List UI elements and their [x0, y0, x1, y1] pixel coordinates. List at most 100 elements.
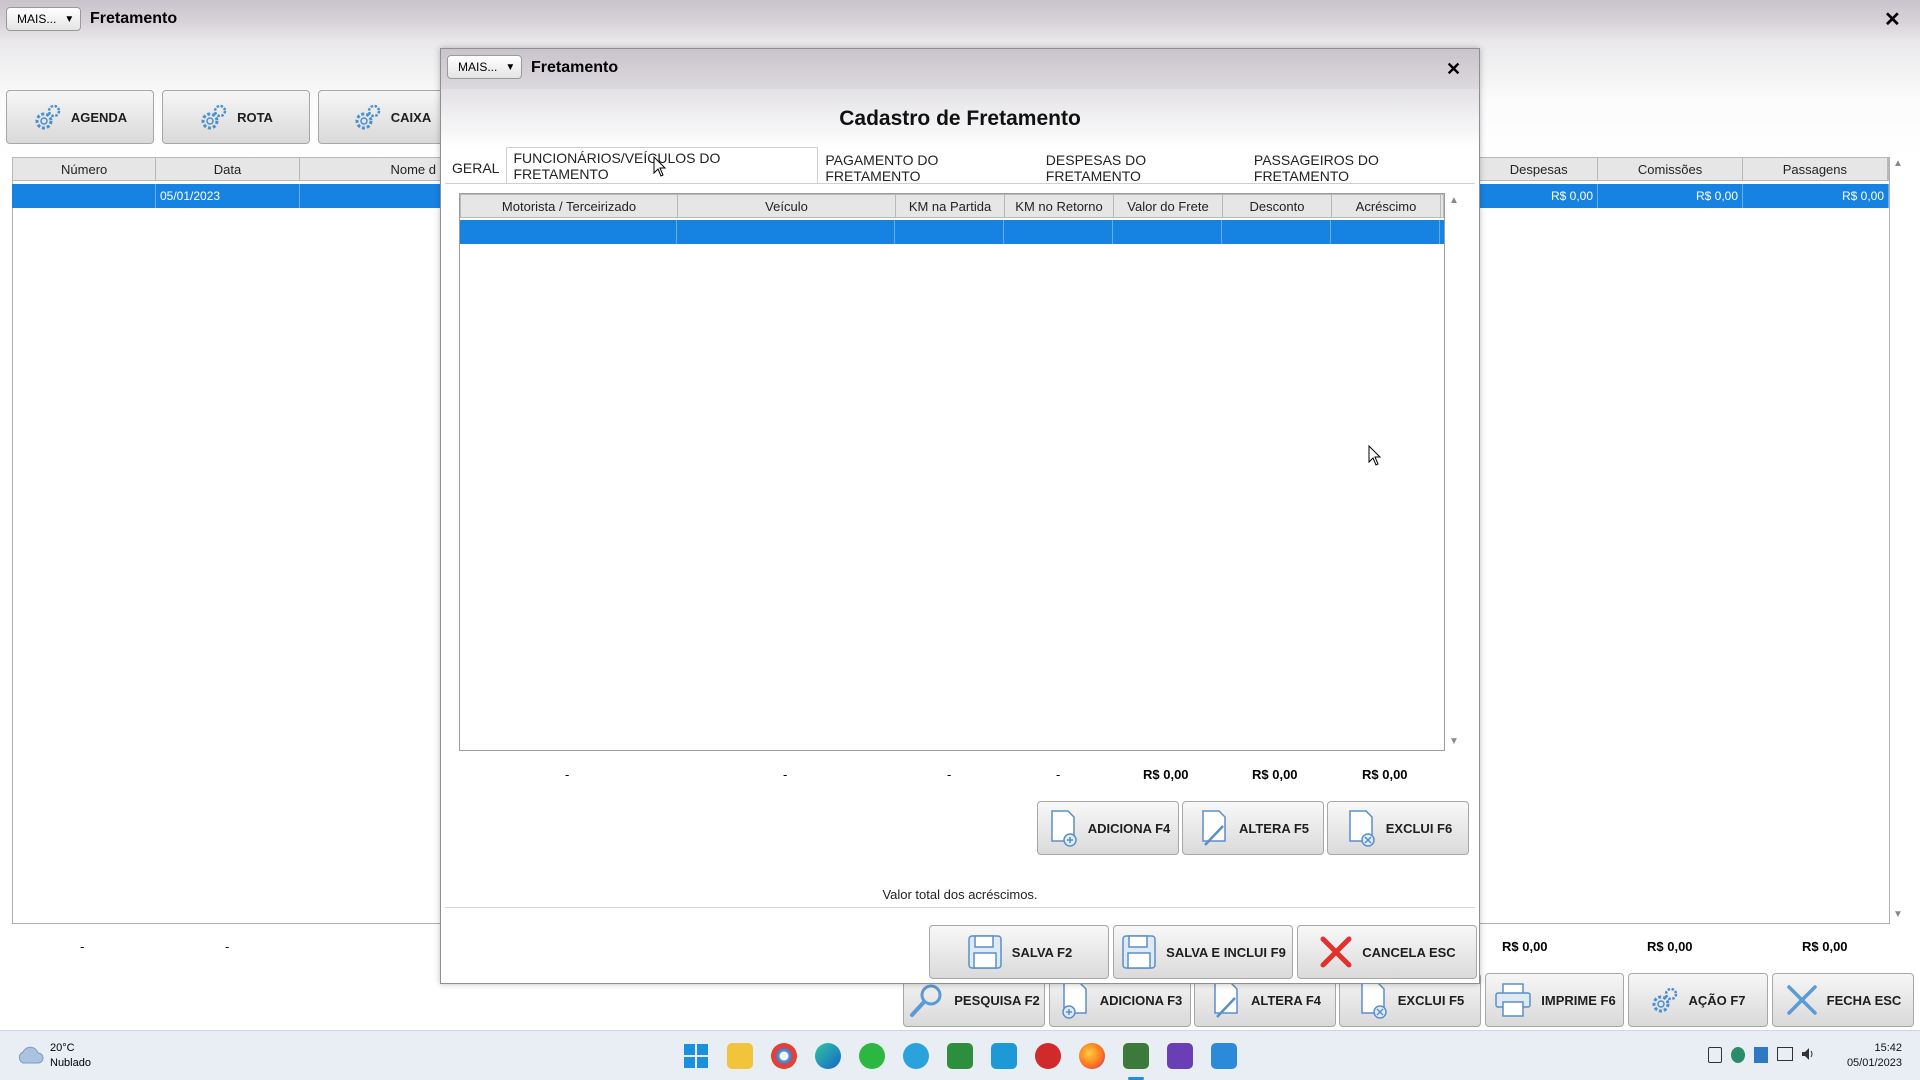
column-header-acrescimo[interactable]: Acréscimo — [1332, 195, 1441, 217]
cloud-sync-icon[interactable] — [1754, 1047, 1768, 1063]
app-red-icon[interactable] — [1035, 1043, 1061, 1069]
column-header-despesas[interactable]: Despesas — [1480, 158, 1599, 180]
main-close-icon[interactable]: ✕ — [1884, 10, 1901, 30]
mouse-cursor-icon — [653, 156, 667, 177]
salva-inclui-button[interactable]: SALVA E INCLUI F9 — [1113, 925, 1293, 979]
weather-widget[interactable]: 20°C Nublado — [16, 1041, 106, 1071]
spreadsheet-app-icon[interactable] — [947, 1043, 973, 1069]
volume-icon[interactable] — [1801, 1047, 1815, 1061]
dialog-heading: Cadastro de Fretamento — [839, 107, 1081, 130]
column-header-motorista[interactable]: Motorista / Terceirizado — [461, 195, 678, 217]
table-row[interactable]: 05/01/2023 — [12, 184, 442, 208]
app-blue-icon[interactable] — [1211, 1043, 1237, 1069]
telegram-icon[interactable] — [903, 1043, 929, 1069]
tab-geral[interactable]: GERAL — [445, 153, 506, 183]
altera-item-button[interactable]: ALTERA F5 — [1182, 801, 1324, 855]
delete-document-icon — [1349, 810, 1375, 847]
column-header-desconto[interactable]: Desconto — [1223, 195, 1332, 217]
agenda-button[interactable]: AGENDA — [6, 90, 154, 144]
network-icon[interactable] — [1777, 1047, 1793, 1061]
table-row-right[interactable]: R$ 0,00 R$ 0,00 R$ 0,00 — [1479, 184, 1889, 208]
cell-acrescimo — [1331, 220, 1440, 244]
column-header-comissoes[interactable]: Comissões — [1598, 158, 1743, 180]
cell-valor-frete — [1113, 220, 1222, 244]
cell-veiculo — [677, 220, 895, 244]
cloud-icon — [18, 1046, 44, 1064]
column-header-veiculo[interactable]: Veículo — [678, 195, 896, 217]
mail-app-icon[interactable] — [991, 1043, 1017, 1069]
chevron-down-icon: ▼ — [505, 61, 516, 73]
fecha-button[interactable]: FECHA ESC — [1772, 973, 1914, 1027]
main-mais-dropdown[interactable]: MAIS... ▼ — [6, 7, 82, 31]
salva-label: SALVA F2 — [1011, 944, 1073, 960]
adiciona-item-button[interactable]: ADICIONA F4 — [1037, 801, 1179, 855]
main-grid-header-right: Despesas Comissões Passagens — [1479, 157, 1889, 181]
usb-icon[interactable] — [1708, 1047, 1722, 1063]
gear-icon — [355, 104, 381, 130]
tab-passageiros[interactable]: PASSAGEIROS DO FRETAMENTO — [1247, 152, 1479, 184]
column-header-nome[interactable]: Nome d — [300, 158, 442, 180]
column-header-passagens[interactable]: Passagens — [1743, 158, 1888, 180]
agenda-label: AGENDA — [70, 109, 128, 125]
firefox-icon[interactable] — [1079, 1043, 1105, 1069]
scroll-up-icon[interactable]: ▲ — [1893, 159, 1903, 169]
taskbar: 20°C Nublado 15:42 05/01/2023 — [0, 1030, 1920, 1080]
file-explorer-icon[interactable] — [727, 1043, 753, 1069]
table-row[interactable] — [460, 220, 1444, 244]
exclui-item-button[interactable]: EXCLUI F6 — [1327, 801, 1469, 855]
tab-despesas[interactable]: DESPESAS DO FRETAMENTO — [1039, 152, 1247, 184]
column-header-data[interactable]: Data — [156, 158, 300, 180]
column-header-km-partida[interactable]: KM na Partida — [896, 195, 1005, 217]
column-header-valor-frete[interactable]: Valor do Frete — [1114, 195, 1223, 217]
tab-pagamento[interactable]: PAGAMENTO DO FRETAMENTO — [818, 152, 1038, 184]
security-icon[interactable] — [1731, 1047, 1745, 1063]
save-icon — [968, 935, 1002, 969]
acao-label: AÇÃO F7 — [1688, 992, 1746, 1008]
edge-icon[interactable] — [815, 1043, 841, 1069]
chrome-icon[interactable] — [771, 1043, 797, 1069]
cell-desconto — [1222, 220, 1331, 244]
cell-nome — [300, 184, 442, 208]
main-grid-header-left: Número Data Nome d — [12, 157, 442, 181]
printer-icon — [1495, 983, 1532, 1017]
column-header-km-retorno[interactable]: KM no Retorno — [1005, 195, 1114, 217]
main-titlebar: MAIS... ▼ Fretamento ✕ — [0, 0, 1920, 40]
main-grid-scrollbar[interactable]: ▲ ▼ — [1892, 157, 1904, 924]
scroll-up-icon[interactable]: ▲ — [1449, 196, 1459, 206]
weather-temp: 20°C — [50, 1042, 75, 1054]
funcionarios-grid[interactable] — [459, 193, 1445, 751]
imprime-button[interactable]: IMPRIME F6 — [1485, 973, 1624, 1027]
dialog-mais-label: MAIS... — [458, 60, 498, 74]
gear-icon — [35, 104, 61, 130]
salva-button[interactable]: SALVA F2 — [929, 925, 1109, 979]
clock-time: 15:42 — [1874, 1042, 1902, 1054]
salva-inclui-label: SALVA E INCLUI F9 — [1166, 944, 1286, 960]
dialog-close-icon[interactable]: ✕ — [1446, 59, 1461, 79]
funcionarios-grid-scrollbar[interactable]: ▲ ▼ — [1448, 193, 1460, 751]
dialog-mais-dropdown[interactable]: MAIS... ▼ — [447, 55, 523, 79]
scroll-down-icon[interactable]: ▼ — [1449, 737, 1459, 747]
exclui-item-label: EXCLUI F6 — [1385, 820, 1453, 836]
cancela-button[interactable]: CANCELA ESC — [1297, 925, 1477, 979]
add-document-icon — [1050, 810, 1077, 847]
whatsapp-icon[interactable] — [859, 1043, 885, 1069]
weather-desc: Nublado — [50, 1057, 91, 1069]
clock[interactable]: 15:42 05/01/2023 — [1830, 1041, 1902, 1071]
imprime-label: IMPRIME F6 — [1541, 992, 1616, 1008]
gear-icon — [1652, 987, 1678, 1013]
scroll-down-icon[interactable]: ▼ — [1893, 910, 1903, 920]
cell-despesas: R$ 0,00 — [1479, 184, 1598, 208]
app-purple-icon[interactable] — [1167, 1043, 1193, 1069]
windows-start-icon[interactable] — [683, 1043, 709, 1069]
total-despesas: R$ 0,00 — [1502, 939, 1548, 954]
cell-motorista — [460, 220, 677, 244]
app-sg-icon[interactable] — [1123, 1043, 1149, 1069]
column-header-numero[interactable]: Número — [13, 158, 157, 180]
total-acrescimo: R$ 0,00 — [1362, 767, 1408, 782]
cancela-label: CANCELA ESC — [1362, 944, 1456, 960]
clock-date: 05/01/2023 — [1846, 1057, 1902, 1069]
rota-button[interactable]: ROTA — [162, 90, 310, 144]
acao-button[interactable]: AÇÃO F7 — [1628, 973, 1768, 1027]
cell-km-retorno — [1004, 220, 1113, 244]
total-passagens: R$ 0,00 — [1802, 939, 1848, 954]
